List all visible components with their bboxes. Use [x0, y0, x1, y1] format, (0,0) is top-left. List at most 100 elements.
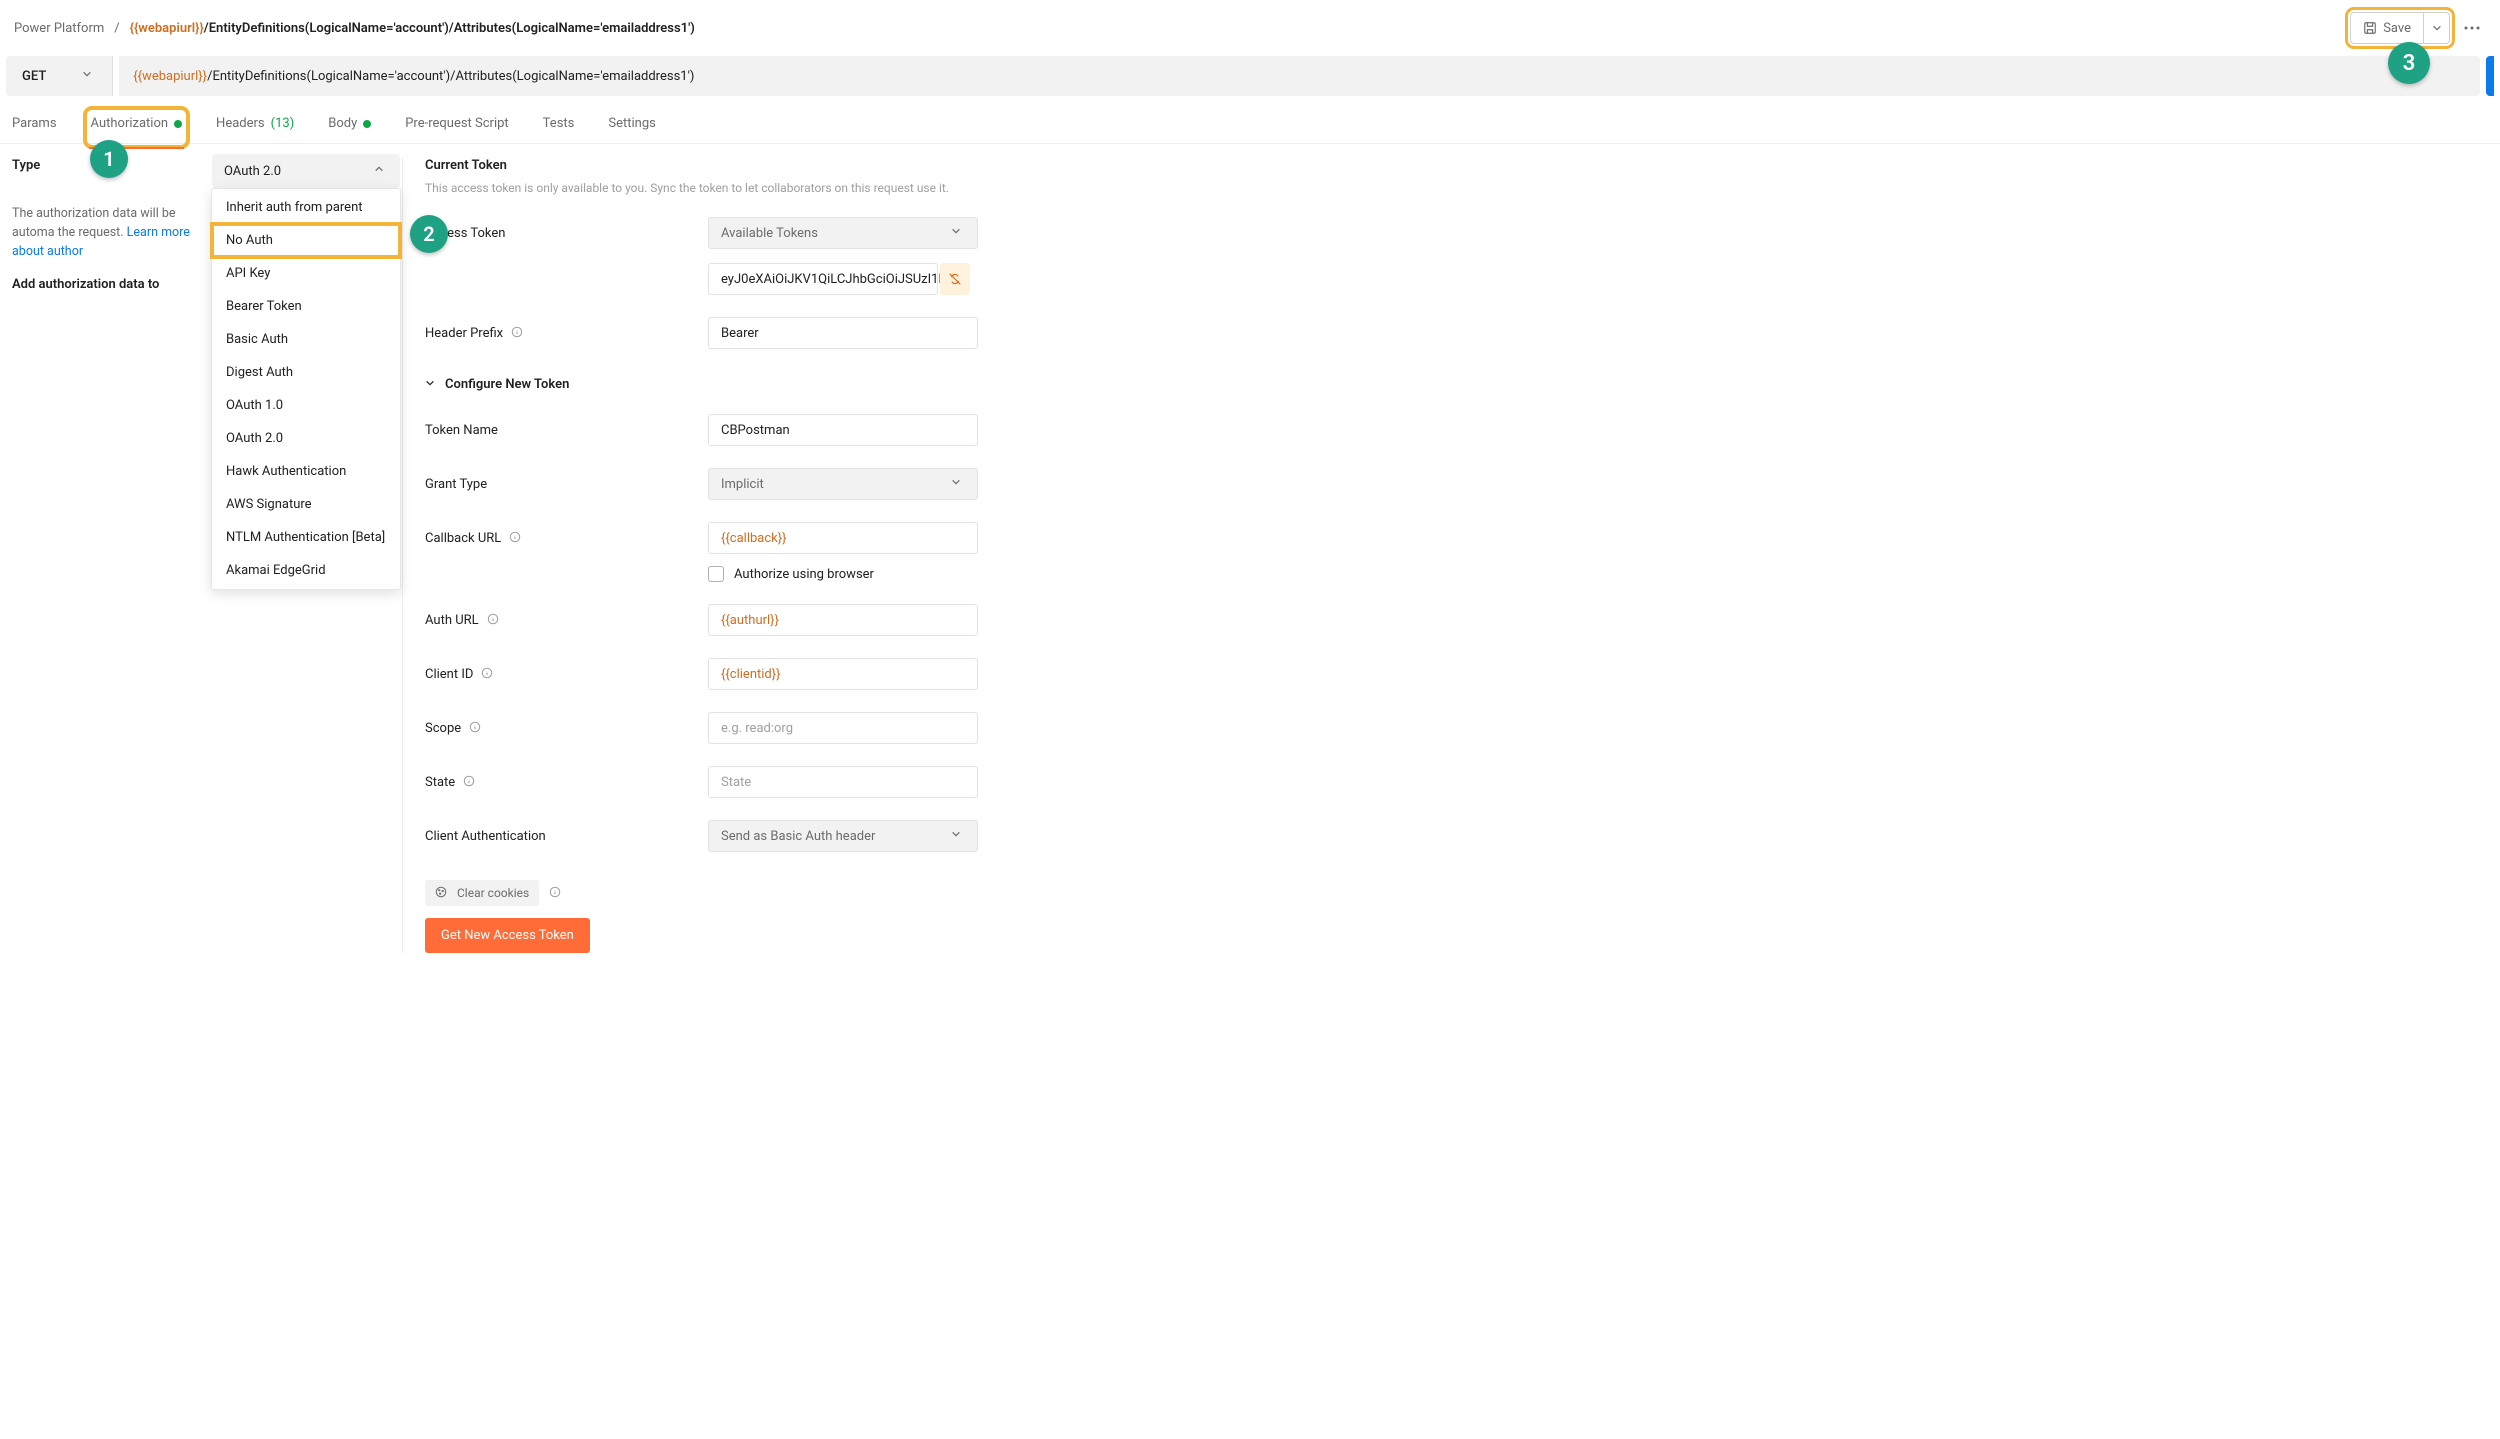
save-button[interactable]: Save: [2351, 13, 2423, 43]
client-auth-label: Client Authentication: [425, 829, 708, 844]
callback-url-value: {{callback}}: [721, 531, 787, 546]
configure-new-token-label: Configure New Token: [445, 377, 569, 392]
available-tokens-select[interactable]: Available Tokens: [708, 217, 978, 249]
annotation-badge-3: 3: [2388, 42, 2430, 84]
grant-type-label: Grant Type: [425, 477, 708, 492]
auth-type-option-inherit[interactable]: Inherit auth from parent: [212, 191, 400, 224]
access-token-value-text: eyJ0eXAiOiJKV1QiLCJhbGciOiJSUzI1Ni: [721, 272, 951, 287]
breadcrumb-url-var: {{webapiurl}}: [130, 21, 204, 36]
cookie-icon: [435, 886, 449, 900]
auth-type-option-oauth1[interactable]: OAuth 1.0: [212, 389, 400, 422]
state-label: State: [425, 775, 708, 790]
auth-type-option-basic[interactable]: Basic Auth: [212, 323, 400, 356]
auth-type-option-digest[interactable]: Digest Auth: [212, 356, 400, 389]
auth-type-option-aws[interactable]: AWS Signature: [212, 488, 400, 521]
access-token-value-input[interactable]: eyJ0eXAiOiJKV1QiLCJhbGciOiJSUzI1Ni: [708, 263, 938, 295]
info-icon: [509, 531, 523, 545]
auth-type-description: The authorization data will be automa th…: [12, 205, 207, 261]
breadcrumb-sep: /: [114, 21, 119, 36]
auth-type-option-apikey[interactable]: API Key: [212, 257, 400, 290]
chevron-down-icon: [951, 829, 965, 843]
scope-label: Scope: [425, 721, 708, 736]
token-name-input[interactable]: CBPostman: [708, 414, 978, 446]
tab-settings[interactable]: Settings: [606, 112, 657, 143]
client-id-value: {{clientid}}: [721, 667, 781, 682]
info-icon: [469, 721, 483, 735]
url-rest: /EntityDefinitions(LogicalName='account'…: [207, 69, 694, 84]
auth-type-option-noauth[interactable]: No Auth: [212, 224, 400, 257]
client-id-input[interactable]: {{clientid}}: [708, 658, 978, 690]
annotation-badge-1: 1: [90, 140, 128, 178]
client-auth-select[interactable]: Send as Basic Auth header: [708, 820, 978, 852]
tab-tests[interactable]: Tests: [541, 112, 577, 143]
grant-type-select[interactable]: Implicit: [708, 468, 978, 500]
tab-headers-label: Headers: [216, 116, 265, 131]
tab-authorization[interactable]: Authorization: [89, 112, 185, 143]
auth-url-input[interactable]: {{authurl}}: [708, 604, 978, 636]
callback-url-input[interactable]: {{callback}}: [708, 522, 978, 554]
info-icon: [511, 326, 525, 340]
authorize-browser-checkbox[interactable]: [708, 566, 724, 582]
chevron-down-icon: [951, 226, 965, 240]
auth-type-option-hawk[interactable]: Hawk Authentication: [212, 455, 400, 488]
breadcrumb: Power Platform / {{webapiurl}}/EntityDef…: [14, 21, 695, 36]
client-id-label: Client ID: [425, 667, 708, 682]
method-select-value: GET: [22, 69, 46, 84]
clear-cookies-label: Clear cookies: [457, 886, 529, 900]
tab-params[interactable]: Params: [10, 112, 59, 143]
more-options-button[interactable]: [2460, 16, 2484, 40]
auth-type-option-oauth2[interactable]: OAuth 2.0: [212, 422, 400, 455]
auth-url-value: {{authurl}}: [721, 613, 779, 628]
url-var: {{webapiurl}}: [133, 69, 207, 84]
state-placeholder: State: [721, 775, 751, 790]
vertical-divider: [402, 158, 403, 953]
info-icon: [549, 886, 563, 900]
dot-indicator: [174, 120, 182, 128]
breadcrumb-workspace[interactable]: Power Platform: [14, 21, 104, 36]
auth-type-option-bearer[interactable]: Bearer Token: [212, 290, 400, 323]
tab-body-label: Body: [328, 116, 357, 131]
scope-input[interactable]: e.g. read:org: [708, 712, 978, 744]
dot-indicator: [363, 120, 371, 128]
chevron-up-icon: [374, 164, 388, 178]
chevron-down-icon: [425, 378, 439, 392]
send-button-edge[interactable]: [2486, 56, 2494, 96]
header-prefix-value: Bearer: [721, 326, 759, 341]
state-input[interactable]: State: [708, 766, 978, 798]
auth-type-option-ntlm[interactable]: NTLM Authentication [Beta]: [212, 521, 400, 554]
url-input[interactable]: {{webapiurl}}/EntityDefinitions(LogicalN…: [119, 56, 2480, 96]
tab-body[interactable]: Body: [326, 112, 373, 143]
save-caret[interactable]: [2423, 13, 2449, 43]
callback-url-label: Callback URL: [425, 531, 708, 546]
client-auth-value: Send as Basic Auth header: [721, 829, 875, 844]
auth-type-select-value: OAuth 2.0: [224, 164, 281, 179]
get-new-access-token-button[interactable]: Get New Access Token: [425, 918, 590, 953]
auth-type-dropdown: Inherit auth from parent No Auth API Key…: [211, 188, 401, 590]
method-select[interactable]: GET: [6, 56, 113, 96]
save-button-label: Save: [2383, 21, 2411, 36]
header-prefix-label: Header Prefix: [425, 326, 708, 341]
chevron-down-icon: [951, 477, 965, 491]
unsync-token-button[interactable]: [940, 263, 970, 295]
scope-placeholder: e.g. read:org: [721, 721, 793, 736]
authorize-browser-label: Authorize using browser: [734, 567, 874, 582]
auth-type-select[interactable]: OAuth 2.0: [212, 154, 400, 188]
save-button-group: Save: [2350, 12, 2450, 44]
breadcrumb-url-rest: /EntityDefinitions(LogicalName='account'…: [204, 21, 695, 36]
header-prefix-input[interactable]: Bearer: [708, 317, 978, 349]
configure-new-token-toggle[interactable]: Configure New Token: [425, 377, 2480, 392]
current-token-subtitle: This access token is only available to y…: [425, 181, 2480, 195]
token-name-value: CBPostman: [721, 423, 790, 438]
tab-headers[interactable]: Headers (13): [214, 112, 296, 143]
grant-type-value: Implicit: [721, 477, 764, 492]
access-token-label: Access Token: [425, 226, 708, 241]
tab-prerequest[interactable]: Pre-request Script: [403, 112, 510, 143]
save-icon: [2363, 21, 2377, 35]
auth-url-label: Auth URL: [425, 613, 708, 628]
token-name-label: Token Name: [425, 423, 708, 438]
auth-type-option-akamai[interactable]: Akamai EdgeGrid: [212, 554, 400, 587]
info-icon: [481, 667, 495, 681]
available-tokens-value: Available Tokens: [721, 226, 818, 241]
clear-cookies-button[interactable]: Clear cookies: [425, 880, 539, 906]
chevron-down-icon: [82, 69, 96, 83]
